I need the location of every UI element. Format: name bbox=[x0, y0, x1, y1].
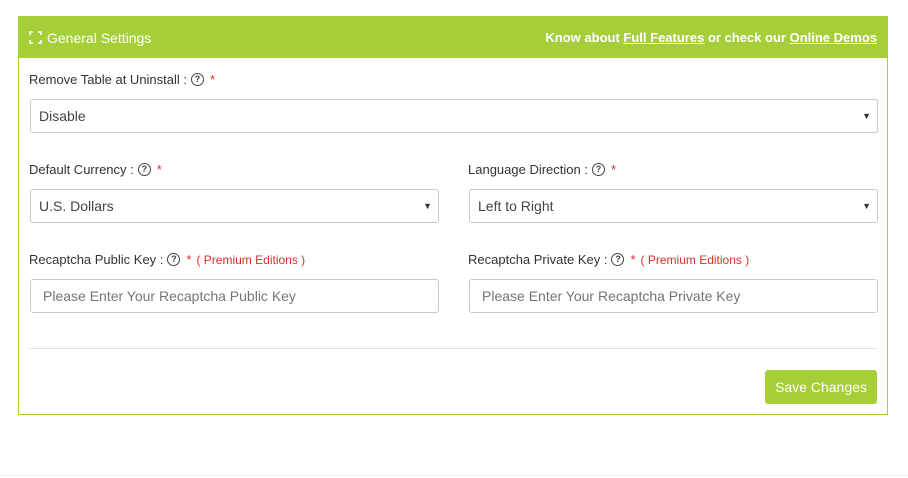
recaptcha-private-key-input[interactable] bbox=[469, 279, 878, 313]
remove-table-label-text: Remove Table at Uninstall : bbox=[29, 72, 188, 87]
recaptcha-public-key-input[interactable] bbox=[30, 279, 439, 313]
panel-title: General Settings bbox=[29, 30, 151, 46]
expand-icon[interactable] bbox=[29, 31, 42, 44]
header-links: Know about Full Features or check our On… bbox=[545, 30, 877, 45]
default-currency-label: Default Currency : ? * bbox=[29, 162, 162, 177]
required-marker: * bbox=[610, 162, 617, 177]
divider bbox=[29, 348, 877, 349]
help-icon[interactable]: ? bbox=[611, 253, 625, 266]
default-currency-value: U.S. Dollars bbox=[39, 198, 114, 214]
page-divider bbox=[0, 475, 908, 476]
language-direction-label-text: Language Direction : bbox=[468, 162, 588, 177]
language-direction-select[interactable]: Left to Right ▼ bbox=[469, 189, 878, 223]
save-changes-button[interactable]: Save Changes bbox=[765, 370, 877, 404]
know-about-text: Know about bbox=[545, 30, 624, 45]
premium-editions-note: ( Premium Editions ) bbox=[640, 252, 750, 267]
premium-editions-note: ( Premium Editions ) bbox=[196, 252, 306, 267]
chevron-down-icon: ▼ bbox=[423, 201, 432, 211]
online-demos-link[interactable]: Online Demos bbox=[790, 30, 877, 45]
panel-title-text: General Settings bbox=[47, 29, 152, 46]
default-currency-select[interactable]: U.S. Dollars ▼ bbox=[30, 189, 439, 223]
remove-table-select[interactable]: Disable ▼ bbox=[30, 99, 878, 133]
recaptcha-public-key-label: Recaptcha Public Key : ? * ( Premium Edi… bbox=[29, 252, 305, 267]
language-direction-label: Language Direction : ? * bbox=[468, 162, 616, 177]
required-marker: * bbox=[630, 252, 636, 267]
help-icon[interactable]: ? bbox=[137, 163, 151, 176]
help-icon[interactable]: ? bbox=[591, 163, 605, 176]
general-settings-panel: General Settings Know about Full Feature… bbox=[18, 16, 888, 415]
default-currency-label-text: Default Currency : bbox=[29, 162, 134, 177]
language-direction-value: Left to Right bbox=[478, 198, 554, 214]
or-check-text: or check our bbox=[704, 30, 790, 45]
remove-table-value: Disable bbox=[39, 108, 86, 124]
panel-header: General Settings Know about Full Feature… bbox=[19, 17, 887, 58]
recaptcha-public-key-label-text: Recaptcha Public Key : bbox=[29, 252, 164, 267]
help-icon[interactable]: ? bbox=[191, 73, 205, 86]
required-marker: * bbox=[186, 252, 192, 267]
recaptcha-private-key-label-text: Recaptcha Private Key : bbox=[468, 252, 608, 267]
full-features-link[interactable]: Full Features bbox=[623, 30, 704, 45]
required-marker: * bbox=[210, 72, 216, 87]
chevron-down-icon: ▼ bbox=[862, 111, 871, 121]
required-marker: * bbox=[156, 162, 162, 177]
recaptcha-private-key-label: Recaptcha Private Key : ? * ( Premium Ed… bbox=[468, 252, 749, 267]
remove-table-label: Remove Table at Uninstall : ? * bbox=[29, 72, 215, 87]
help-icon[interactable]: ? bbox=[167, 253, 181, 266]
chevron-down-icon: ▼ bbox=[862, 201, 871, 211]
